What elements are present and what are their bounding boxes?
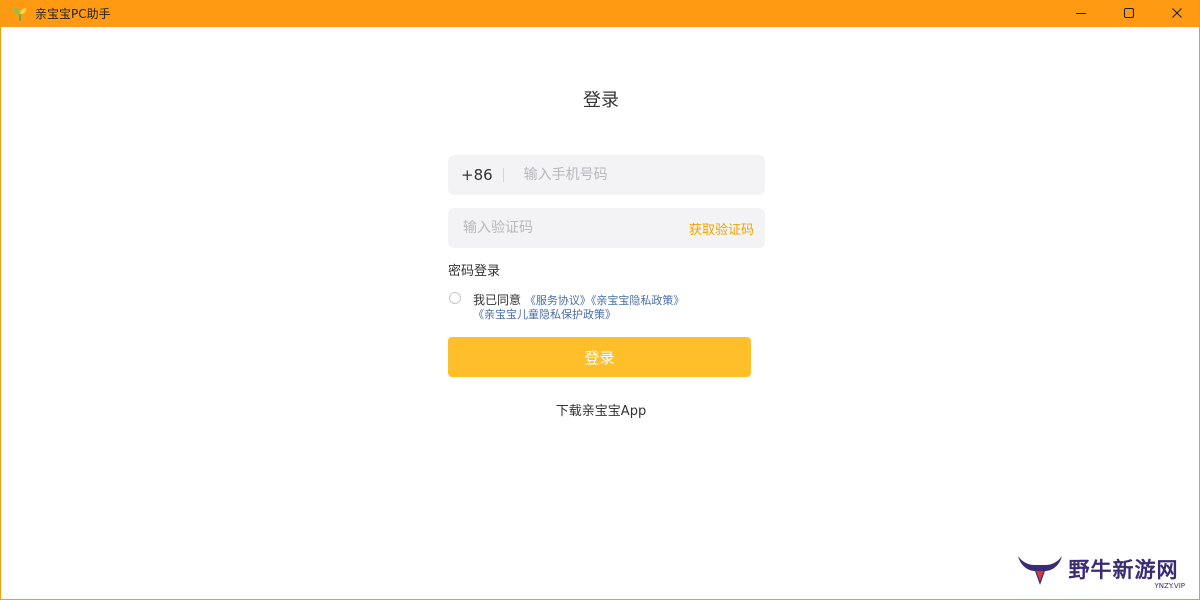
watermark-name: 野牛新游网 bbox=[1068, 557, 1179, 582]
watermark: 野牛新游网 YNZY.VIP bbox=[1015, 553, 1185, 591]
field-divider bbox=[502, 168, 504, 182]
close-icon bbox=[1171, 4, 1183, 23]
app-window: 亲宝宝PC助手 登录 +86 获取验证码 bbox=[0, 0, 1200, 600]
phone-field: +86 bbox=[448, 154, 765, 196]
agreement-prefix: 我已同意 bbox=[473, 293, 522, 307]
verification-code-input[interactable] bbox=[461, 207, 689, 249]
close-button[interactable] bbox=[1153, 0, 1199, 27]
download-app-link: 下载亲宝宝App bbox=[1, 400, 1199, 419]
watermark-url: YNZY.VIP bbox=[1154, 582, 1185, 590]
country-code-selector[interactable]: +86 bbox=[461, 166, 493, 184]
minimize-button[interactable] bbox=[1057, 0, 1105, 27]
maximize-icon bbox=[1123, 4, 1135, 23]
window-title: 亲宝宝PC助手 bbox=[35, 7, 111, 21]
sprout-logo-icon bbox=[11, 5, 29, 23]
maximize-button[interactable] bbox=[1105, 0, 1153, 27]
password-login-link[interactable]: 密码登录 bbox=[448, 260, 500, 279]
phone-input[interactable] bbox=[521, 154, 765, 196]
agreement-checkbox[interactable] bbox=[449, 292, 461, 304]
child-privacy-policy-link[interactable]: 《亲宝宝儿童隐私保护政策》 bbox=[473, 308, 616, 321]
window-controls bbox=[1057, 0, 1199, 27]
title-bar[interactable]: 亲宝宝PC助手 bbox=[1, 0, 1199, 27]
login-button[interactable]: 登录 bbox=[448, 337, 751, 377]
login-title: 登录 bbox=[583, 90, 619, 111]
agreement-text-line2: 《亲宝宝儿童隐私保护政策》 bbox=[473, 306, 616, 322]
download-app-label[interactable]: 下载亲宝宝App bbox=[556, 404, 646, 419]
minimize-icon bbox=[1075, 4, 1087, 23]
watermark-text: 野牛新游网 YNZY.VIP bbox=[1069, 554, 1185, 590]
verification-code-field: 获取验证码 bbox=[448, 207, 765, 249]
get-code-button[interactable]: 获取验证码 bbox=[689, 219, 754, 238]
bull-logo-icon bbox=[1015, 553, 1065, 591]
